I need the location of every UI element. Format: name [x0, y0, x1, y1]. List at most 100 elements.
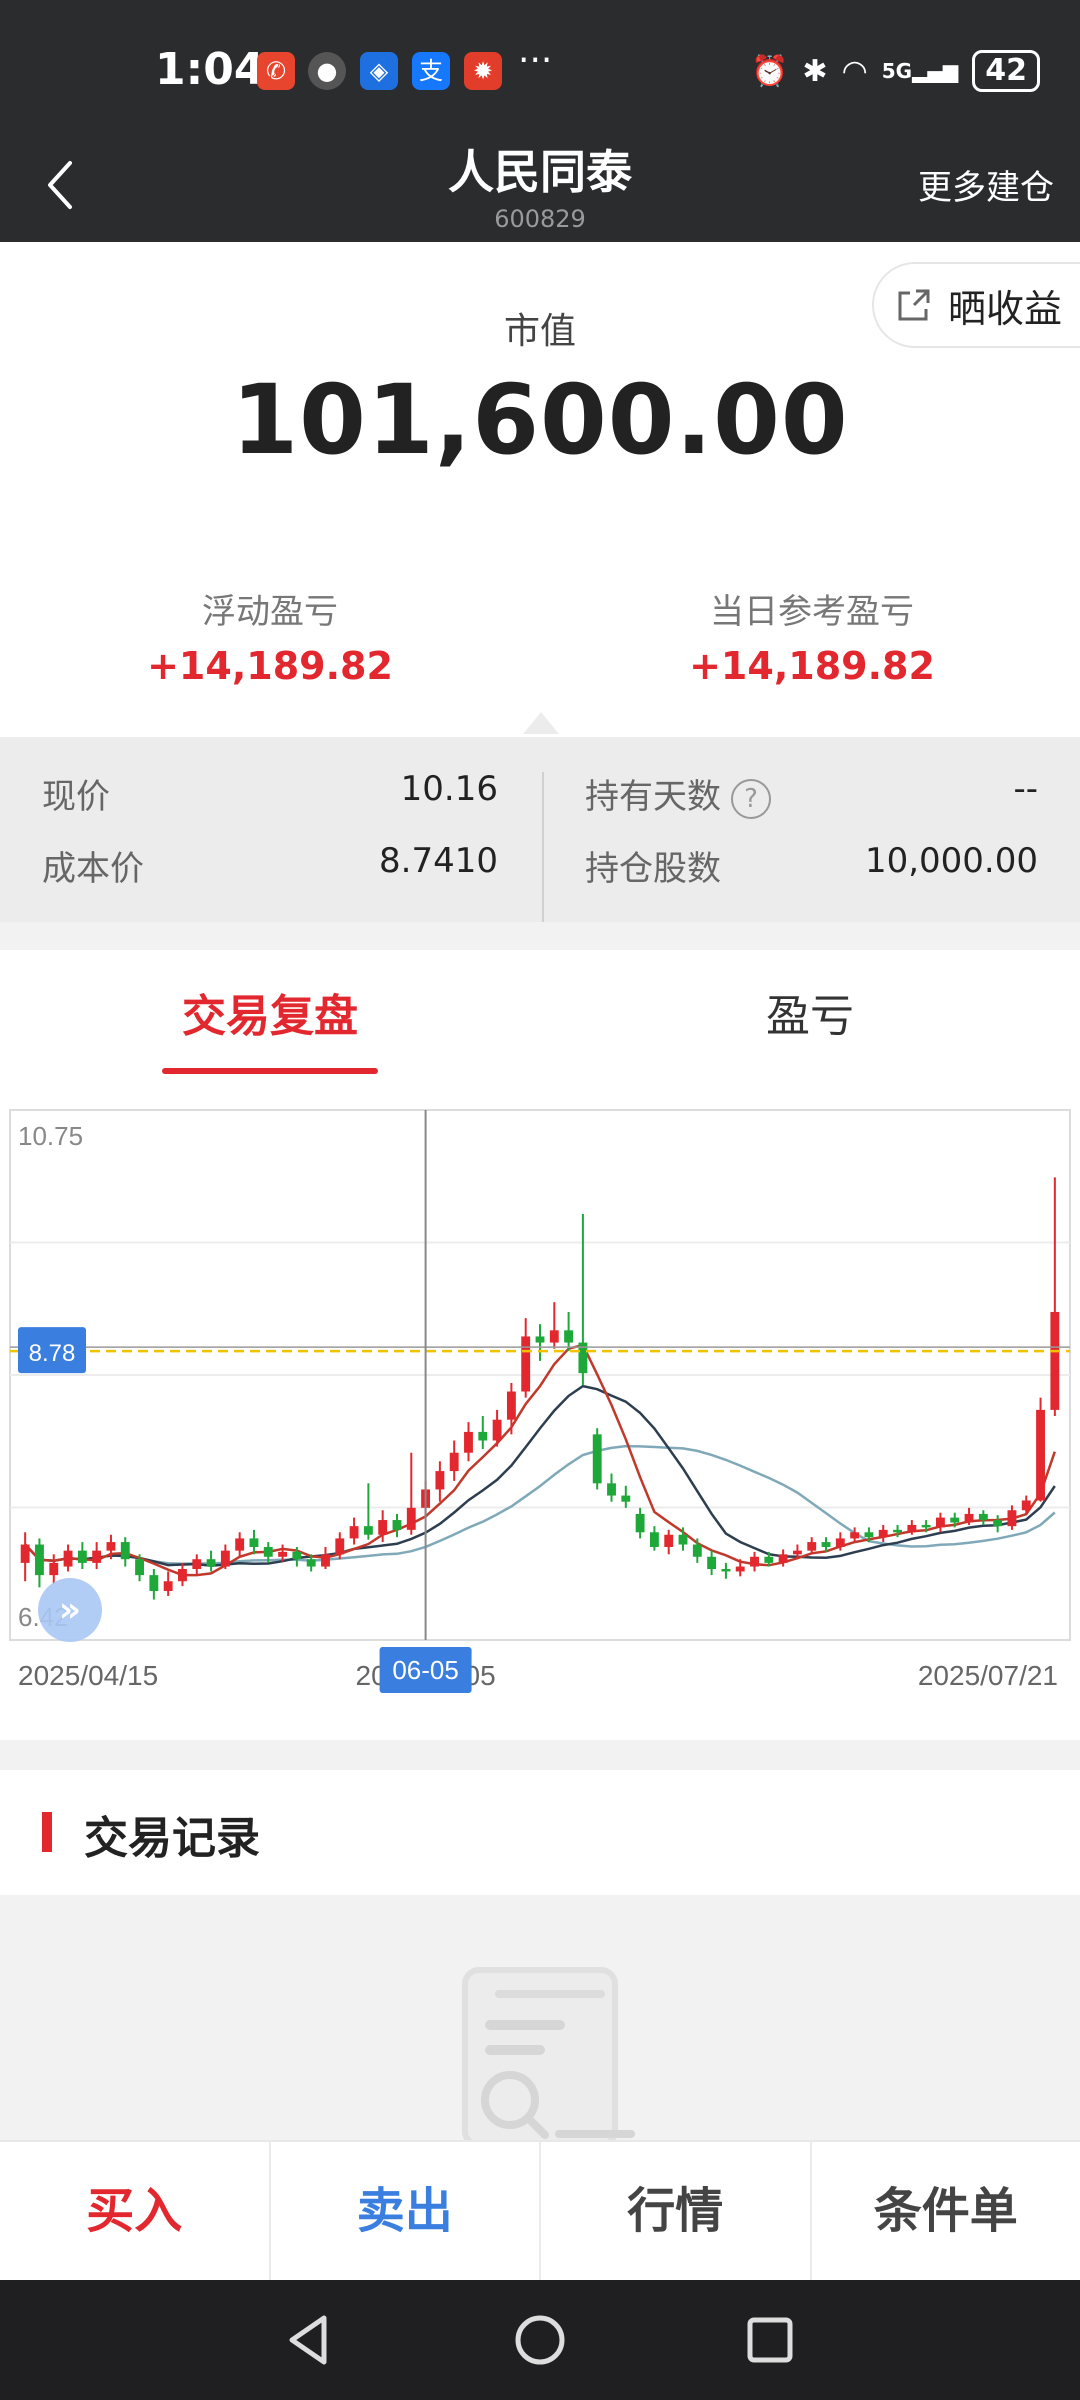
candle-body: [735, 1566, 745, 1572]
candle-body: [678, 1534, 688, 1545]
crosshair-date-text: 06-05: [392, 1655, 459, 1685]
candle-body: [321, 1554, 330, 1567]
candle-body: [392, 1520, 402, 1530]
app-notification-icon: ✆: [257, 52, 295, 90]
cost-price-value: 8.7410: [379, 841, 498, 881]
candle-body: [49, 1562, 59, 1576]
sell-button[interactable]: 卖出: [268, 2142, 540, 2282]
cost-price-label: 成本价: [42, 849, 144, 889]
cost-price-tag-text: 8.78: [29, 1340, 76, 1367]
expand-chart-icon-glyph[interactable]: »: [59, 1590, 81, 1630]
battery-icon: 42: [972, 50, 1040, 92]
candle-body: [750, 1556, 759, 1567]
candle-body: [235, 1538, 245, 1551]
candle-body: [192, 1559, 202, 1570]
candle-body: [435, 1471, 445, 1490]
conditional-order-button[interactable]: 条件单: [809, 2142, 1080, 2282]
candle-body: [964, 1513, 974, 1523]
bluetooth-icon: ✱: [802, 53, 828, 89]
candle-body: [92, 1550, 102, 1563]
floating-pl-value: +14,189.82: [147, 644, 393, 688]
candle-body: [1050, 1311, 1060, 1410]
shares-value: 10,000.00: [864, 841, 1038, 881]
nav-back-icon[interactable]: [280, 2310, 340, 2370]
candle-body: [492, 1419, 502, 1441]
candle-body: [821, 1542, 831, 1547]
app-notification-icon: ✹: [464, 52, 502, 90]
divider: [542, 772, 544, 922]
candle-body: [835, 1538, 845, 1547]
nav-recents-icon[interactable]: [740, 2310, 800, 2370]
buy-button[interactable]: 买入: [0, 2142, 269, 2282]
candle-body: [592, 1434, 602, 1484]
alarm-icon: ⏰: [751, 53, 789, 89]
candle-body: [135, 1559, 144, 1576]
candle-body: [878, 1529, 888, 1538]
candle-body: [506, 1391, 516, 1420]
candle-body: [206, 1559, 216, 1567]
candle-body: [449, 1452, 459, 1472]
wifi-icon: ◠: [841, 53, 868, 89]
candle-body: [106, 1542, 116, 1551]
candle-body: [978, 1513, 988, 1521]
shares-label: 持仓股数: [585, 849, 721, 889]
candle-body: [20, 1544, 30, 1563]
signal-type: 5G: [881, 59, 913, 83]
daily-pl-value: +14,189.82: [689, 644, 935, 688]
candle-body: [77, 1550, 87, 1563]
candle-body: [163, 1581, 173, 1592]
trade-records-header: 交易记录: [0, 1770, 1080, 1895]
candle-body: [549, 1330, 559, 1343]
quote-button[interactable]: 行情: [539, 2142, 810, 2282]
app-notification-icon: ●: [308, 52, 346, 90]
holding-days-text: 持有天数: [585, 777, 721, 817]
position-summary: 晒收益 市值 101,600.00 浮动盈亏 +14,189.82 当日参考盈亏…: [0, 242, 1080, 737]
bottom-action-bar: 买入 卖出 行情 条件单: [0, 2140, 1080, 2282]
ma10-line: [24, 1384, 1056, 1567]
candle-body: [464, 1431, 473, 1453]
nav-bar: 人民同泰 600829 更多建仓: [0, 100, 1080, 242]
holding-days-label: 持有天数?: [585, 769, 771, 819]
candle-body: [664, 1534, 674, 1547]
candle-body: [564, 1330, 574, 1343]
system-navigation-bar: [0, 2280, 1080, 2400]
candle-body: [807, 1542, 817, 1551]
candle-body: [864, 1532, 874, 1538]
candle-body: [378, 1520, 388, 1535]
candle-body: [907, 1524, 917, 1533]
candle-body: [707, 1556, 717, 1570]
status-indicators: ⏰ ✱ ◠ 5G▂▄▆ 42: [751, 50, 1040, 92]
candle-body: [607, 1483, 616, 1496]
battery-level: 42: [985, 53, 1027, 88]
more-position-button[interactable]: 更多建仓: [918, 160, 1054, 209]
candle-body: [1036, 1409, 1045, 1501]
help-icon[interactable]: ?: [731, 778, 771, 819]
more-notifications-icon: ···: [518, 40, 553, 81]
candle-body: [792, 1550, 802, 1555]
candlestick-chart[interactable]: 8.7810.756.42»2025/04/152025/06/052025/0…: [0, 950, 1080, 1740]
candle-body: [635, 1513, 645, 1533]
candle-body: [535, 1336, 545, 1343]
candle-body: [306, 1559, 316, 1567]
x-end-label: 2025/07/21: [918, 1660, 1058, 1691]
x-start-label: 2025/04/15: [18, 1660, 158, 1691]
candle-body: [249, 1538, 259, 1547]
nav-home-icon[interactable]: [510, 2310, 570, 2370]
candle-body: [692, 1544, 702, 1557]
current-price-value: 10.16: [400, 769, 498, 809]
alipay-icon: 支: [412, 52, 450, 90]
candle-body: [349, 1526, 359, 1539]
market-value-label: 市值: [503, 311, 576, 352]
holding-days-value: --: [1013, 769, 1038, 809]
ma20-line: [24, 1444, 1056, 1565]
caret-indicator: [523, 712, 559, 734]
candle-body: [220, 1550, 230, 1567]
candle-body: [292, 1551, 302, 1560]
candle-body: [721, 1569, 731, 1572]
app-notification-icon: ◈: [360, 52, 398, 90]
candle-body: [621, 1495, 631, 1502]
trade-records-title: 交易记录: [84, 1813, 260, 1864]
candle-body: [478, 1431, 488, 1441]
market-value: 101,600.00: [231, 364, 849, 476]
candle-body: [893, 1529, 902, 1533]
